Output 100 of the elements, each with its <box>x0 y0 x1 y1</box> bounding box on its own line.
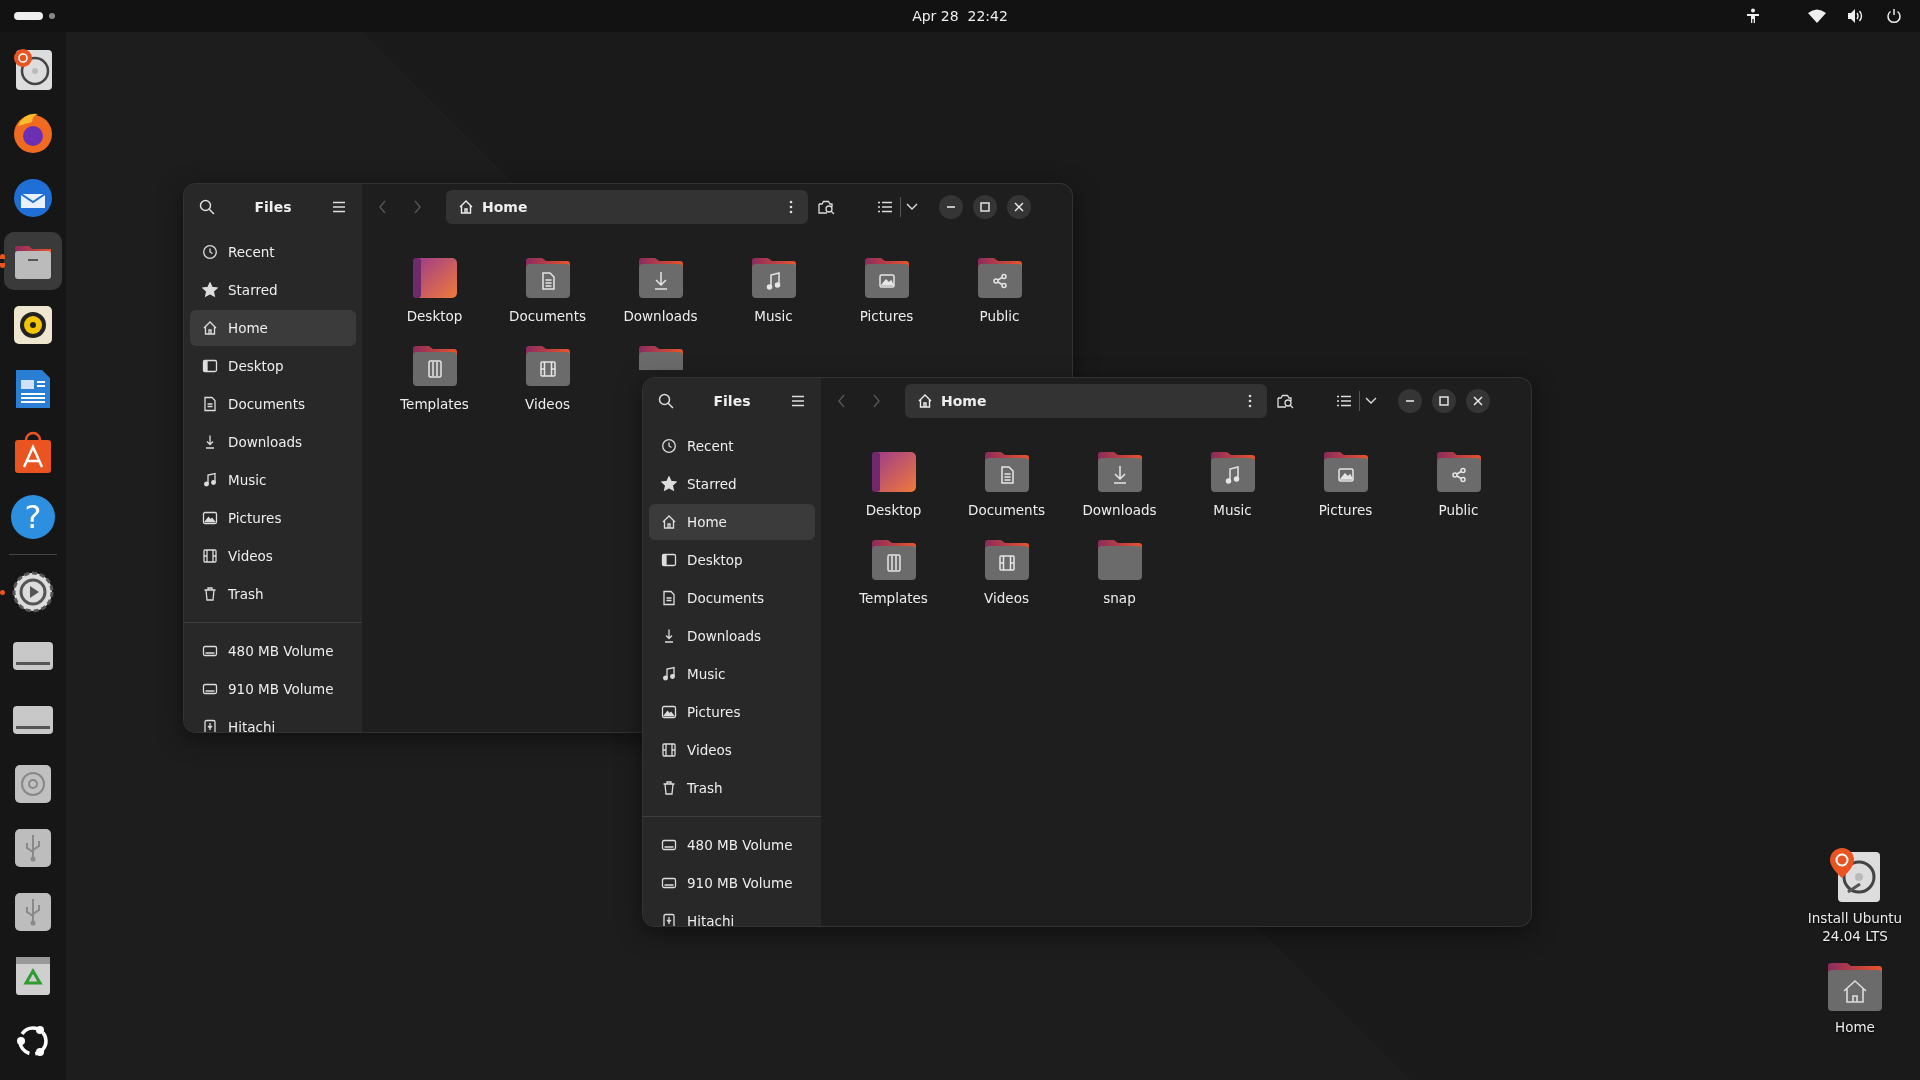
sidebar-item[interactable]: Desktop <box>649 542 815 578</box>
sidebar-item[interactable]: Videos <box>190 538 356 574</box>
home-icon <box>458 199 474 215</box>
home-icon <box>661 514 677 530</box>
sidebar-item[interactable]: Trash <box>190 576 356 612</box>
minimize-button[interactable] <box>939 195 963 219</box>
sidebar-item[interactable]: Recent <box>190 234 356 270</box>
folder-item[interactable]: Documents <box>950 442 1063 526</box>
desktop-shortcut[interactable]: Home <box>1800 961 1910 1037</box>
trash-icon <box>661 780 677 796</box>
folder-item[interactable]: Videos <box>950 530 1063 614</box>
documents-icon <box>661 590 677 606</box>
close-button[interactable] <box>1466 389 1490 413</box>
minimize-button[interactable] <box>1398 389 1422 413</box>
trash-icon <box>202 586 218 602</box>
sidebar-item[interactable]: Documents <box>649 580 815 616</box>
folder-item[interactable]: Templates <box>837 530 950 614</box>
home-icon <box>917 393 933 409</box>
usb-icon <box>202 719 218 732</box>
sidebar-item[interactable]: Downloads <box>649 618 815 654</box>
window-title: Files <box>713 393 751 409</box>
maximize-icon <box>980 202 990 212</box>
sidebar-item[interactable]: Hitachi <box>649 903 815 926</box>
menu-icon <box>332 201 346 213</box>
list-icon <box>1337 395 1351 407</box>
drive-icon <box>202 681 218 697</box>
home-folder-icon <box>1826 961 1884 1014</box>
sidebar-item[interactable]: Pictures <box>649 694 815 730</box>
search-icon <box>658 393 674 409</box>
clock[interactable]: Apr 28 22:42 <box>912 8 1008 24</box>
sidebar-item[interactable]: Home <box>190 310 356 346</box>
sidebar-item[interactable]: Pictures <box>190 500 356 536</box>
settings-icon <box>10 569 56 615</box>
folder-item[interactable]: Downloads <box>604 248 717 332</box>
menu-icon <box>791 395 805 407</box>
recent-icon <box>202 244 218 260</box>
path-bar[interactable]: Home <box>446 190 808 224</box>
sidebar-item[interactable]: Hitachi <box>190 709 356 732</box>
chevron-right-icon <box>871 394 881 408</box>
starred-icon <box>661 476 677 492</box>
recent-icon <box>661 438 677 454</box>
camera-search-icon <box>818 199 836 215</box>
sidebar-item[interactable]: Music <box>649 656 815 692</box>
sidebar-item[interactable]: 910 MB Volume <box>649 865 815 901</box>
folder-item[interactable]: snap <box>1063 530 1176 614</box>
folder-item[interactable]: Downloads <box>1063 442 1176 526</box>
sidebar-item[interactable]: Starred <box>649 466 815 502</box>
folder-item[interactable]: Desktop <box>837 442 950 526</box>
home-icon <box>202 320 218 336</box>
path-label: Home <box>482 199 529 215</box>
kebab-menu-icon <box>1248 394 1252 408</box>
close-icon <box>1473 396 1483 406</box>
desktop-icon <box>202 358 218 374</box>
sidebar-item[interactable]: Trash <box>649 770 815 806</box>
sidebar-item[interactable]: 480 MB Volume <box>190 633 356 669</box>
sidebar-item[interactable]: Starred <box>190 272 356 308</box>
folder-item[interactable]: Pictures <box>830 248 943 332</box>
folder-item[interactable]: Videos <box>491 336 604 420</box>
folder-item[interactable]: Templates <box>378 336 491 420</box>
music-icon <box>661 666 677 682</box>
maximize-button[interactable] <box>1432 389 1456 413</box>
sidebar-item[interactable]: Recent <box>649 428 815 464</box>
minimize-icon <box>1405 400 1415 402</box>
chevron-down-icon <box>906 203 918 211</box>
wifi-icon[interactable] <box>1808 9 1826 23</box>
folder-item[interactable]: Public <box>1402 442 1515 526</box>
videos-icon <box>202 548 218 564</box>
desktop-shortcut[interactable]: Install Ubuntu 24.04 LTS <box>1800 846 1910 946</box>
power-icon[interactable] <box>1886 8 1902 24</box>
usb-icon <box>661 913 677 926</box>
close-button[interactable] <box>1007 195 1031 219</box>
folder-item[interactable]: Desktop <box>378 248 491 332</box>
folder-item[interactable]: Documents <box>491 248 604 332</box>
app-launcher[interactable] <box>4 232 62 290</box>
music-icon <box>202 472 218 488</box>
drive-icon <box>661 837 677 853</box>
camera-search-icon <box>1277 393 1295 409</box>
sidebar-item[interactable]: Videos <box>649 732 815 768</box>
sidebar-item[interactable]: Documents <box>190 386 356 422</box>
documents-icon <box>202 396 218 412</box>
folder-item[interactable]: Music <box>1176 442 1289 526</box>
folder-item[interactable]: Music <box>717 248 830 332</box>
volume-icon[interactable] <box>1848 9 1864 23</box>
pictures-icon <box>661 704 677 720</box>
accessibility-icon[interactable] <box>1746 8 1760 24</box>
sidebar-item[interactable]: Downloads <box>190 424 356 460</box>
starred-icon <box>202 282 218 298</box>
sidebar-item[interactable]: 480 MB Volume <box>649 827 815 863</box>
list-icon <box>878 201 892 213</box>
kebab-menu-icon <box>789 200 793 214</box>
sidebar-item[interactable]: 910 MB Volume <box>190 671 356 707</box>
sidebar-item[interactable]: Desktop <box>190 348 356 384</box>
path-bar[interactable]: Home <box>905 384 1267 418</box>
sidebar-item[interactable]: Music <box>190 462 356 498</box>
folder-item[interactable]: Pictures <box>1289 442 1402 526</box>
desktop-icon <box>661 552 677 568</box>
sidebar-item[interactable]: Home <box>649 504 815 540</box>
search-icon <box>199 199 215 215</box>
folder-item[interactable]: Public <box>943 248 1056 332</box>
maximize-button[interactable] <box>973 195 997 219</box>
